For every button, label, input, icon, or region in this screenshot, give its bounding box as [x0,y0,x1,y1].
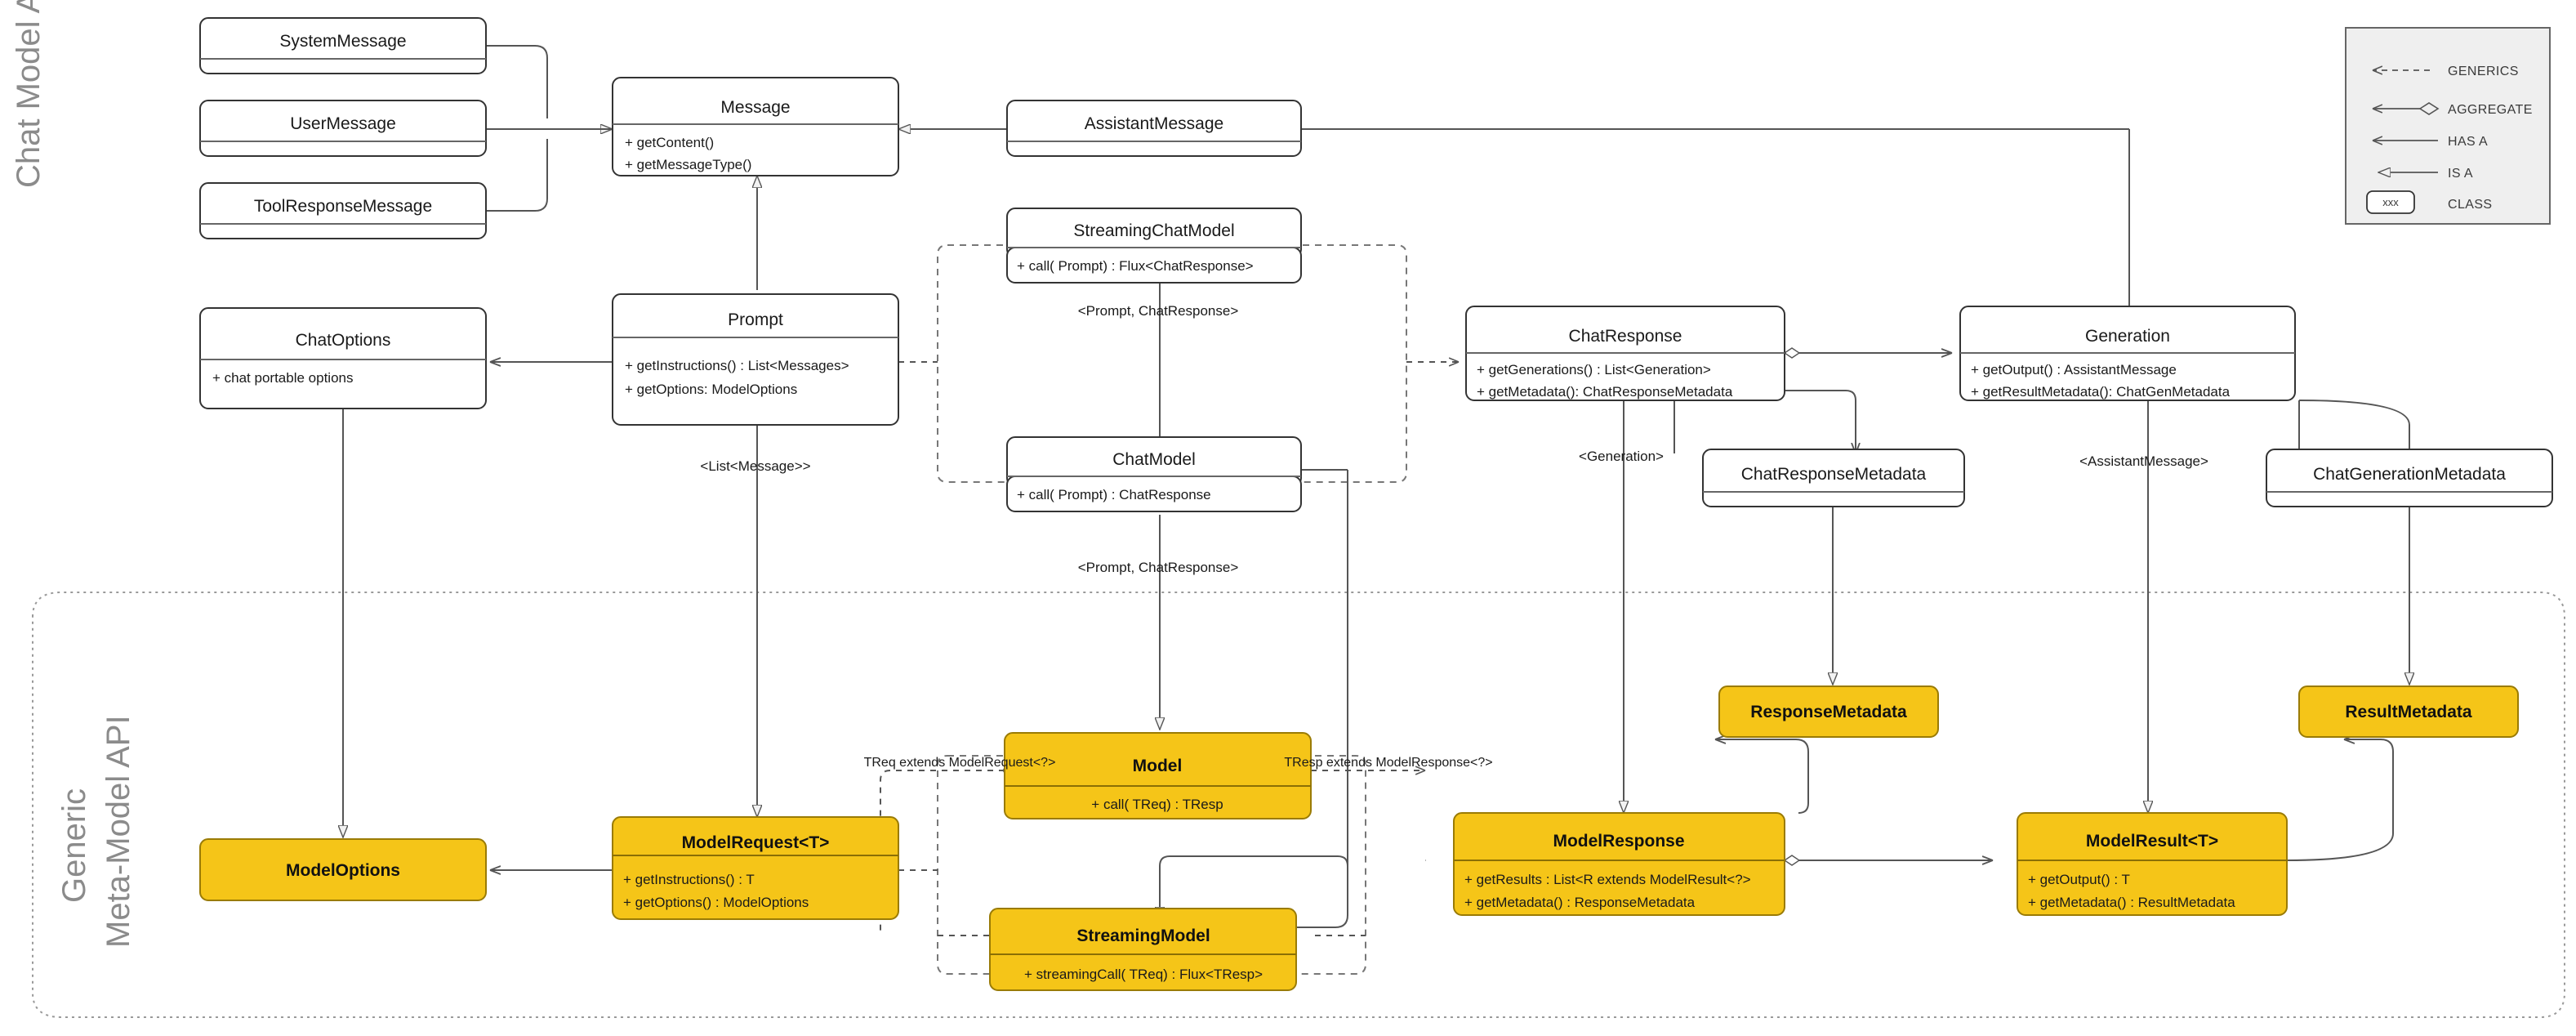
class-member: + getResultMetadata(): ChatGenMetadata [1971,384,2231,400]
class-member: + call( Prompt) : Flux<ChatResponse> [1017,258,1254,274]
section-label-meta-model-api: Meta-Model API [100,715,136,948]
class-box-model-options[interactable]: ModelOptions [199,838,487,901]
class-box-user-message[interactable]: UserMessage [199,100,487,157]
section-label-generic: Generic [56,788,92,903]
class-member: + getOptions: ModelOptions [625,382,797,397]
legend-label: CLASS [2448,198,2492,212]
class-box-streaming-model[interactable]: StreamingModel + streamingCall( TReq) : … [989,908,1297,991]
class-title: Prompt [728,310,783,329]
class-member: + getContent() [625,135,714,150]
class-member: + chat portable options [212,370,353,386]
class-member: + call( TReq) : TResp [1091,797,1223,812]
class-title: ChatResponse [1569,327,1682,346]
class-title: ResultMetadata [2345,703,2472,721]
class-title: StreamingModel [1076,927,1210,945]
class-box-chat-response[interactable]: ChatResponse + getGenerations() : List<G… [1465,306,1785,401]
class-title: ModelResult<T> [2086,832,2218,851]
class-member: + getMetadata() : ResultMetadata [2028,895,2235,910]
uml-class-diagram: SystemMessage UserMessage ToolResponseMe… [0,0,2576,1036]
class-box-model-request[interactable]: ModelRequest<T> + getInstructions() : T … [612,816,899,920]
class-box-response-metadata[interactable]: ResponseMetadata [1718,685,1939,738]
legend-label: GENERICS [2448,65,2519,78]
class-box-system-message[interactable]: SystemMessage [199,17,487,74]
class-member: + getOutput() : T [2028,872,2130,887]
class-title: ChatResponseMetadata [1741,465,1927,484]
class-title: ModelResponse [1553,832,1684,851]
class-box-chat-options[interactable]: ChatOptions + chat portable options [199,307,487,409]
class-box-streaming-chat-model[interactable]: StreamingChatModel + call( Prompt) : Flu… [1006,208,1302,284]
class-box-tool-response-message[interactable]: ToolResponseMessage [199,182,487,239]
class-title: ModelRequest<T> [682,833,830,852]
class-member: + getMetadata() : ResponseMetadata [1464,895,1696,910]
edge-label-tresp-extends: TResp extends ModelResponse<?> [1284,756,1492,770]
class-member: + getResults : List<R extends ModelResul… [1464,872,1751,887]
class-member: + getOptions() : ModelOptions [623,895,809,910]
edge-label-assistant-message: <AssistantMessage> [2079,453,2208,469]
class-title: UserMessage [290,114,396,133]
class-member: + getGenerations() : List<Generation> [1477,362,1711,377]
class-member: + streamingCall( TReq) : Flux<TResp> [1024,967,1263,982]
section-label-chat-model-api: Chat Model API [11,0,47,188]
class-box-prompt[interactable]: Prompt + getInstructions() : List<Messag… [612,293,899,426]
class-title: StreamingChatModel [1073,221,1234,240]
edge-label-treq-extends: TReq extends ModelRequest<?> [864,756,1056,770]
class-box-generation[interactable]: Generation + getOutput() : AssistantMess… [1959,306,2296,401]
class-member: + getInstructions() : List<Messages> [625,358,849,373]
class-box-message[interactable]: Message + getContent() + getMessageType(… [612,77,899,176]
class-title: SystemMessage [279,32,406,51]
class-box-chat-generation-metadata[interactable]: ChatGenerationMetadata [2266,449,2553,507]
class-box-chat-model[interactable]: ChatModel + call( Prompt) : ChatResponse [1006,436,1302,512]
class-member: + getMessageType() [625,157,751,172]
class-title: Model [1133,757,1183,775]
class-member: + call( Prompt) : ChatResponse [1017,487,1211,502]
class-title: ResponseMetadata [1750,703,1907,721]
class-box-chat-response-metadata[interactable]: ChatResponseMetadata [1702,449,1965,507]
edge-label-list-message: <List<Message>> [700,458,810,474]
class-box-model[interactable]: Model + call( TReq) : TResp [1004,732,1312,819]
class-title: AssistantMessage [1085,114,1223,133]
class-title: Message [720,98,790,117]
class-member: + getMetadata(): ChatResponseMetadata [1477,384,1733,400]
class-title: ToolResponseMessage [254,197,432,216]
class-member: + getInstructions() : T [623,872,755,887]
class-title: ModelOptions [286,861,400,880]
class-title: ChatModel [1112,450,1196,469]
legend-label: AGGREGATE [2448,103,2533,117]
edge-label-prompt-chatresponse-upper: <Prompt, ChatResponse> [1078,303,1239,319]
class-box-model-response[interactable]: ModelResponse + getResults : List<R exte… [1453,812,1785,916]
legend: GENERICS AGGREGATE HAS A IS A xxx CLASS [2345,27,2551,225]
legend-class-sample: xxx [2382,196,2399,208]
class-box-model-result[interactable]: ModelResult<T> + getOutput() : T + getMe… [2017,812,2288,916]
legend-label: HAS A [2448,135,2488,149]
edge-label-generation: <Generation> [1579,449,1664,464]
class-title: Generation [2085,327,2170,346]
legend-label: IS A [2448,167,2473,181]
edge-label-prompt-chatresponse-lower: <Prompt, ChatResponse> [1078,560,1239,575]
class-box-result-metadata[interactable]: ResultMetadata [2298,685,2519,738]
class-box-assistant-message[interactable]: AssistantMessage [1006,100,1302,157]
class-member: + getOutput() : AssistantMessage [1971,362,2177,377]
class-title: ChatOptions [296,331,391,350]
class-title: ChatGenerationMetadata [2313,465,2506,484]
